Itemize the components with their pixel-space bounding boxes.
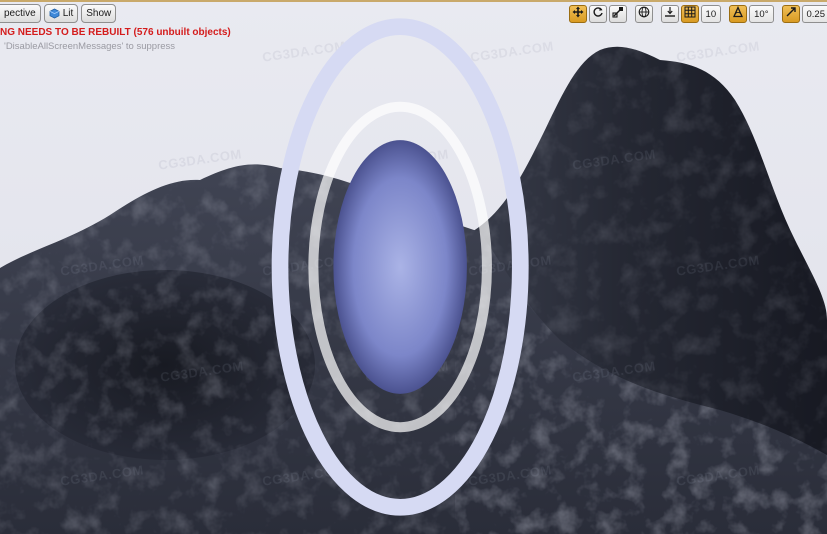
world-icon [638, 5, 650, 23]
viewport-toolbar-left: pective Lit Show [0, 4, 117, 24]
translate-mode-button[interactable] [568, 5, 587, 23]
angle-snap-value[interactable]: 10° [749, 5, 774, 23]
scale-snap-value[interactable]: 0.25 [801, 5, 827, 23]
show-button[interactable]: Show [81, 4, 117, 23]
scale-mode-button[interactable] [608, 5, 627, 23]
light-actor-gizmo[interactable] [0, 0, 827, 534]
grid-snap-value[interactable]: 10 [700, 5, 722, 23]
suppress-messages-hint: 'DisableAllScreenMessages' to suppress [4, 41, 176, 52]
rotate-mode-button[interactable] [588, 5, 607, 23]
surface-snapping-button[interactable] [660, 5, 679, 23]
coordinate-space-button[interactable] [634, 5, 653, 23]
scale-icon [611, 5, 624, 23]
view-mode-label: Lit [62, 8, 74, 19]
lit-sphere-icon [49, 8, 60, 19]
perspective-label: pective [4, 8, 36, 19]
scale-snap-icon [785, 5, 797, 23]
viewport-top-border [0, 0, 827, 2]
grid-snap-toggle[interactable] [680, 5, 699, 23]
view-mode-button[interactable]: Lit [43, 4, 79, 23]
viewport-toolbar-right: 10 10° 0.25 [568, 4, 827, 24]
surface-snap-icon [664, 5, 676, 23]
angle-snap-icon [732, 5, 744, 23]
move-icon [572, 5, 584, 23]
perspective-button[interactable]: pective [0, 4, 41, 23]
lighting-rebuild-warning: NG NEEDS TO BE REBUILT (576 unbuilt obje… [0, 27, 231, 38]
angle-snap-toggle[interactable] [729, 5, 748, 23]
rotate-icon [592, 5, 604, 23]
grid-snap-icon [684, 5, 696, 23]
show-label: Show [86, 8, 112, 19]
scale-snap-toggle[interactable] [781, 5, 800, 23]
level-viewport[interactable]: CG3DA.COM CG3DA.COM CG3DA.COM CG3DA.COM … [0, 0, 827, 534]
